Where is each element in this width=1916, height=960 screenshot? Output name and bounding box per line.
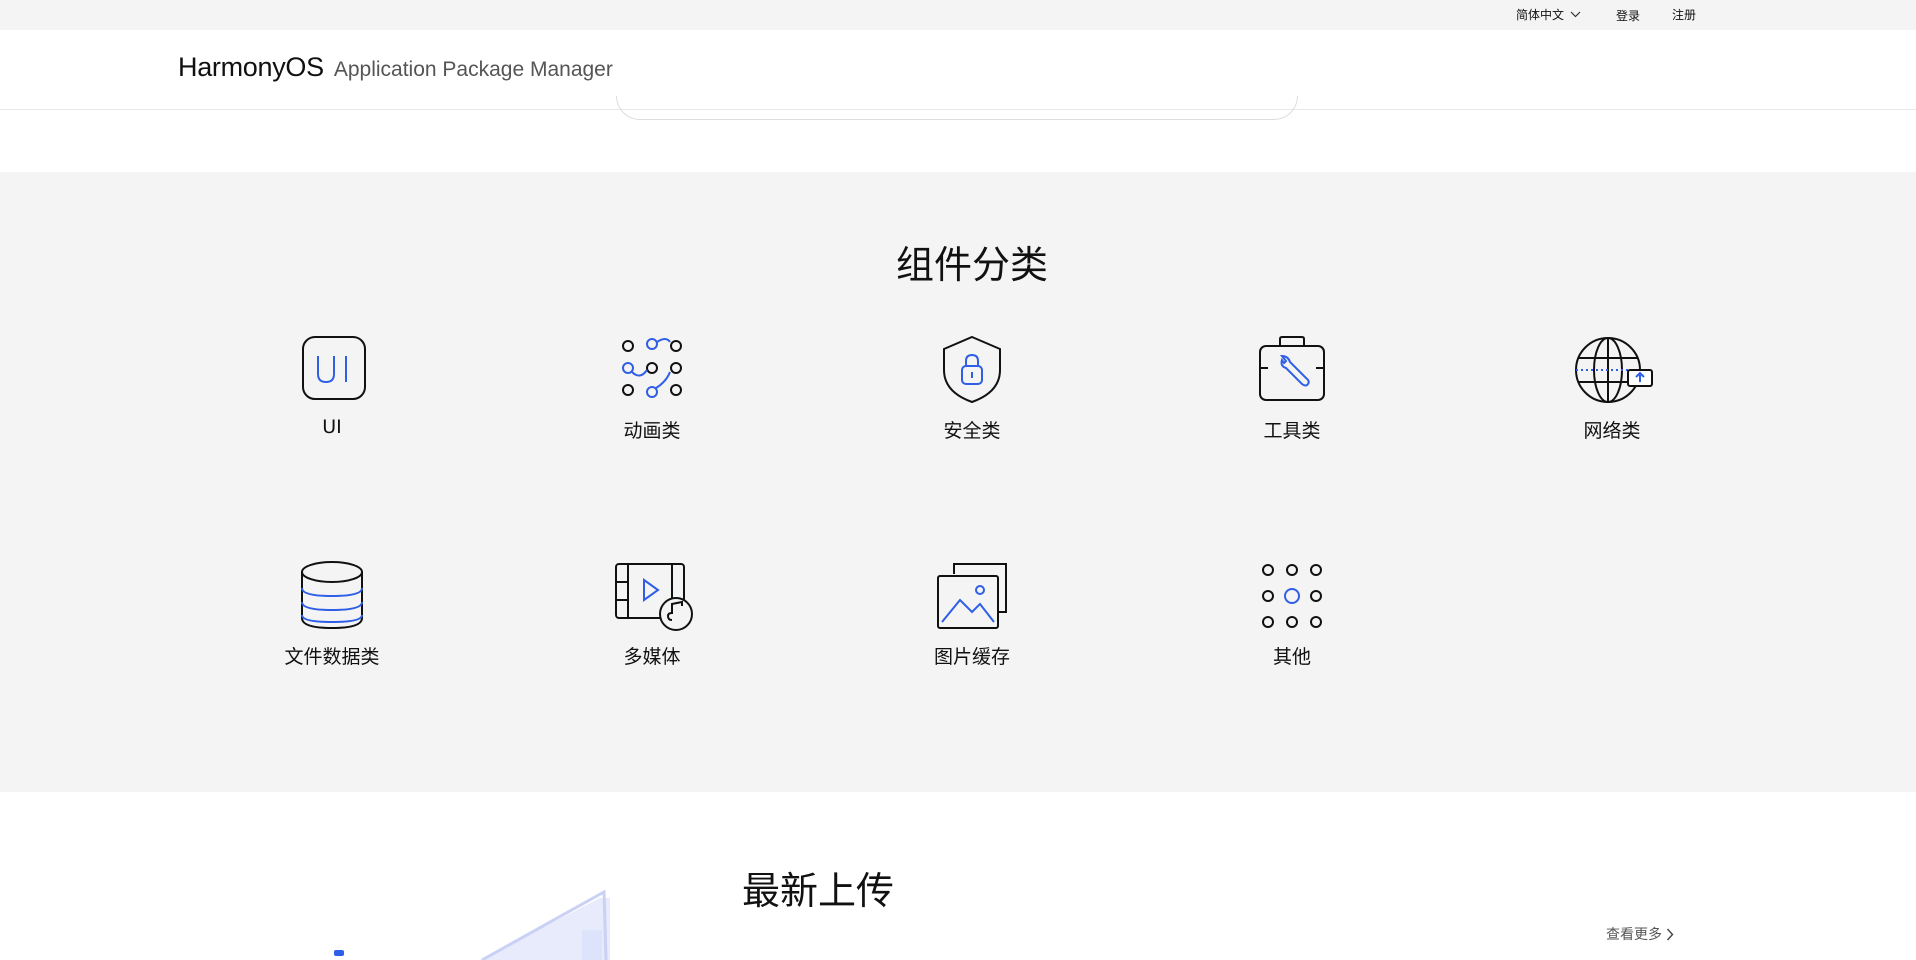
language-selector[interactable]: 简体中文	[1516, 6, 1581, 23]
multimedia-icon	[615, 563, 693, 631]
top-utility-bar: 简体中文 登录 注册	[0, 0, 1916, 30]
category-label: 多媒体	[623, 646, 681, 668]
category-label: 工具类	[1263, 420, 1321, 442]
decorative-illustration	[334, 889, 610, 960]
animation-icon	[622, 338, 682, 398]
category-ui[interactable]: UI	[247, 334, 417, 438]
category-security[interactable]: 安全类	[887, 334, 1057, 443]
brand-logo[interactable]: HarmonyOS Application Package Manager	[178, 52, 613, 83]
globe-network-icon	[1575, 337, 1653, 403]
login-link[interactable]: 登录	[1616, 7, 1640, 24]
shield-lock-icon	[943, 335, 1001, 404]
category-label: UI	[322, 416, 342, 438]
database-icon	[301, 561, 363, 630]
chevron-down-icon	[1570, 11, 1581, 18]
category-multimedia[interactable]: 多媒体	[567, 560, 737, 669]
search-box[interactable]	[616, 96, 1298, 120]
category-label: 图片缓存	[933, 646, 1010, 668]
image-cache-icon	[937, 563, 1007, 629]
category-label: 其他	[1272, 646, 1311, 668]
language-label: 简体中文	[1516, 8, 1565, 22]
category-network[interactable]: 网络类	[1527, 334, 1697, 443]
category-tools[interactable]: 工具类	[1207, 334, 1377, 443]
grid-dots-icon	[1262, 564, 1322, 628]
view-more-link[interactable]: 查看更多	[1606, 924, 1674, 944]
category-others[interactable]: 其他	[1207, 560, 1377, 669]
category-section: 组件分类 UI 动画类 安全类 工具类 网络类 文件数据类 多媒体 图片缓存 其…	[0, 172, 1916, 792]
ui-icon	[302, 336, 366, 400]
harmonyos-logo: HarmonyOS	[178, 52, 324, 82]
category-section-title: 组件分类	[895, 243, 1048, 287]
category-label: 安全类	[943, 420, 1001, 442]
category-label: 动画类	[623, 420, 681, 442]
toolbox-icon	[1259, 336, 1325, 401]
latest-section-title: 最新上传	[741, 869, 894, 913]
category-image-cache[interactable]: 图片缓存	[887, 560, 1057, 669]
category-animation[interactable]: 动画类	[567, 334, 737, 443]
chevron-right-icon	[1666, 928, 1674, 940]
category-file-data[interactable]: 文件数据类	[247, 560, 417, 669]
category-label: 文件数据类	[284, 646, 380, 668]
latest-uploads-section: 最新上传 查看更多	[0, 792, 1916, 960]
category-label: 网络类	[1583, 420, 1641, 442]
register-link[interactable]: 注册	[1672, 6, 1696, 23]
view-more-label: 查看更多	[1606, 927, 1662, 943]
product-name: Application Package Manager	[333, 58, 613, 81]
